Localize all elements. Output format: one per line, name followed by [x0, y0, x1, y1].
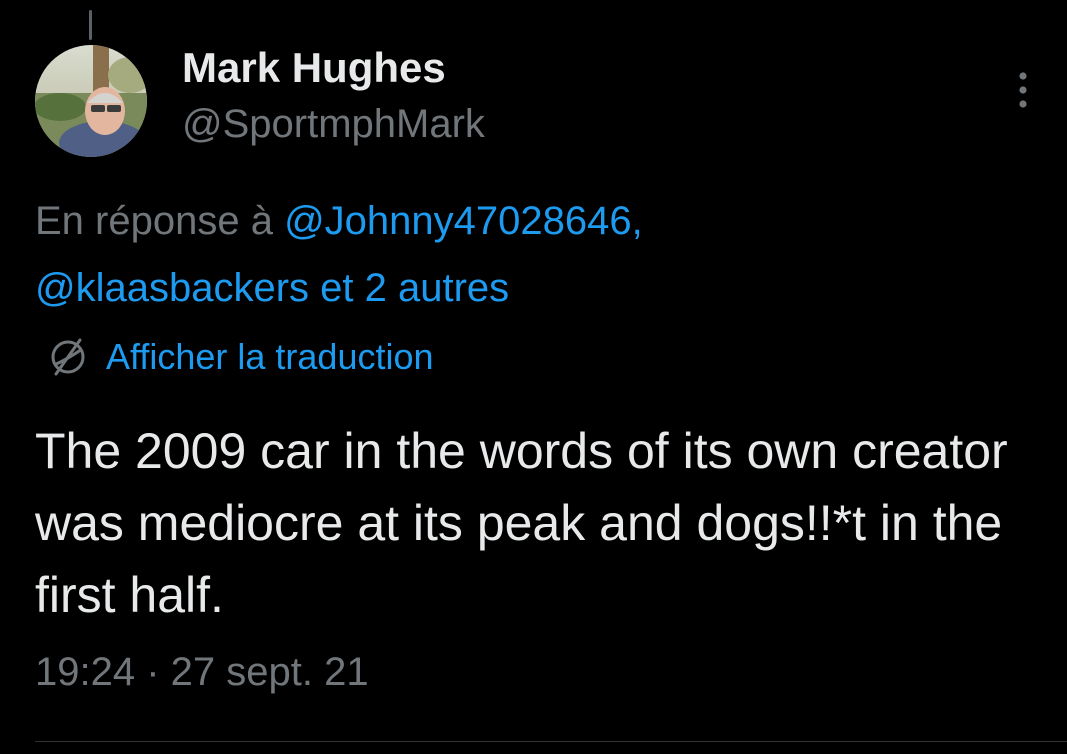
avatar-photo [35, 45, 147, 157]
author-avatar[interactable] [35, 45, 147, 157]
author-name[interactable]: Mark Hughes [182, 44, 446, 92]
show-translation-button[interactable]: Afficher la traduction [42, 330, 434, 384]
others-link[interactable]: et 2 autres [309, 266, 509, 310]
divider [35, 741, 1067, 742]
mention-link-2[interactable]: @klaasbackers [35, 266, 309, 310]
show-translation-label: Afficher la traduction [106, 336, 434, 377]
mention-link-1[interactable]: @Johnny47028646, [284, 199, 643, 243]
vertical-ellipsis-icon [1019, 72, 1027, 108]
more-options-button[interactable] [1004, 66, 1042, 114]
reply-context: En réponse à @Johnny47028646, @klaasback… [35, 188, 1025, 322]
tweet-text: The 2009 car in the words of its own cre… [35, 423, 1008, 623]
author-handle[interactable]: @SportmphMark [182, 102, 485, 147]
tweet-timestamp[interactable]: 19:24 · 27 sept. 21 [35, 650, 369, 695]
reply-prefix: En réponse à [35, 199, 285, 243]
globe-slash-icon [42, 331, 94, 383]
thread-connector-line [89, 10, 92, 40]
